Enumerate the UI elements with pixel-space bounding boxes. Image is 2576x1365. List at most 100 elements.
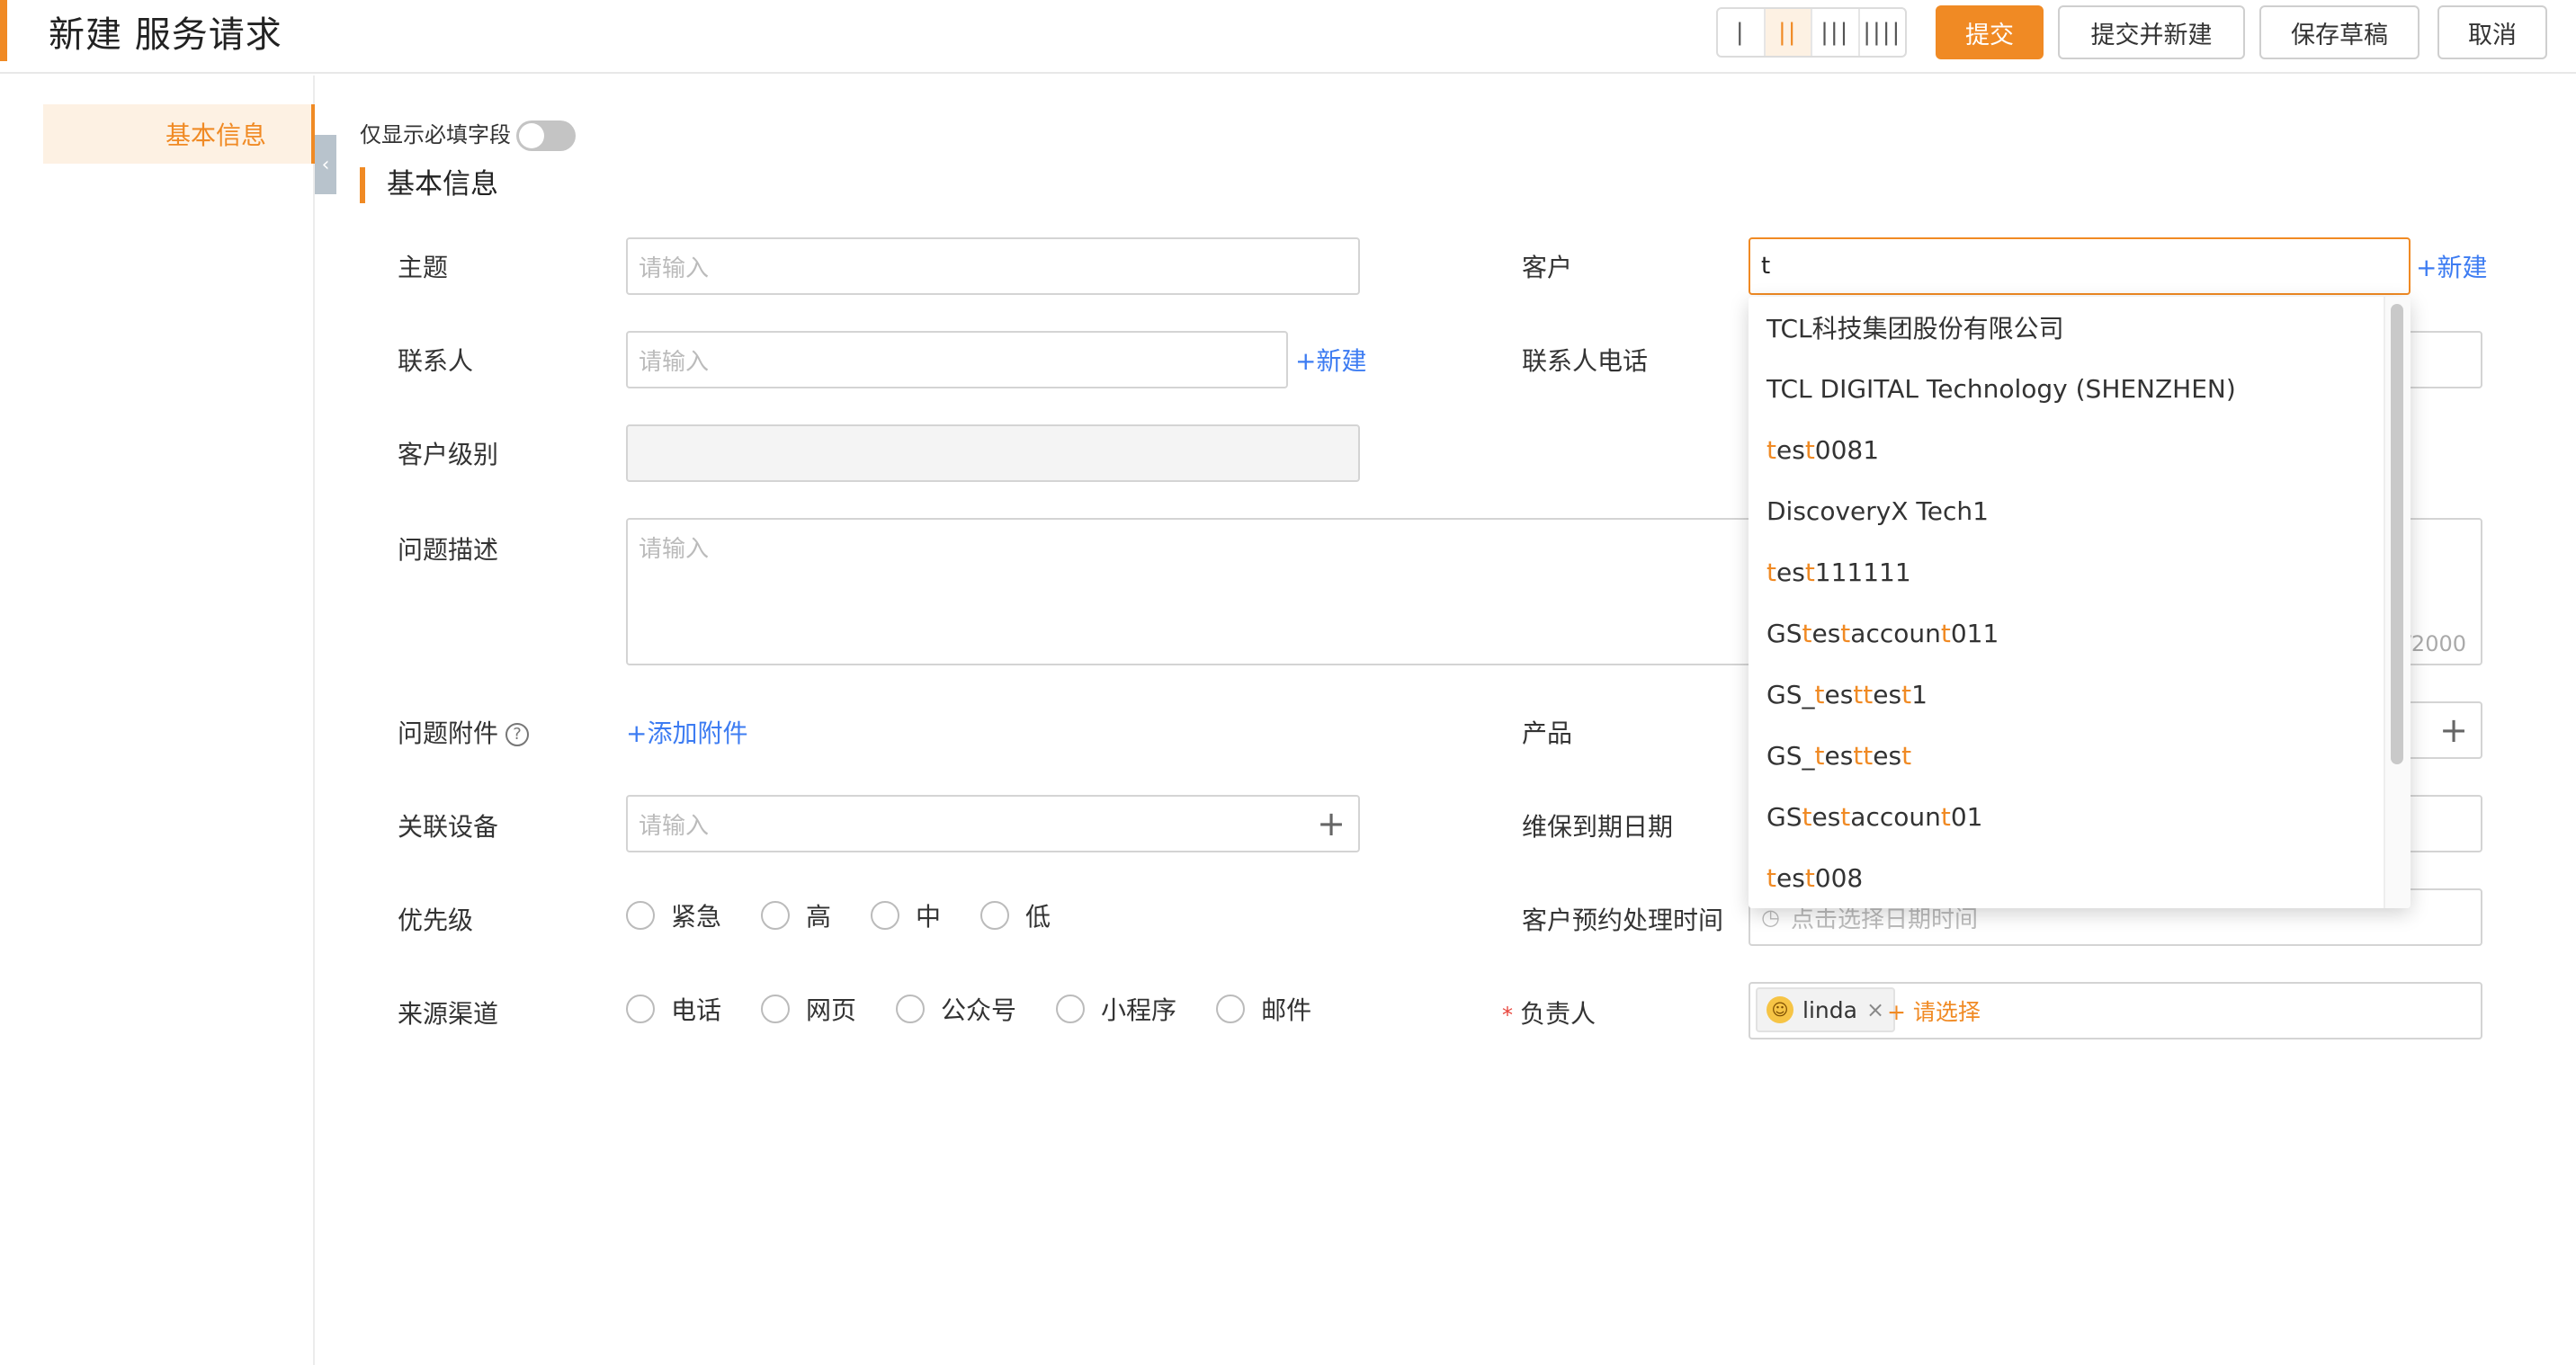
option-text: es [1775, 557, 1805, 587]
required-marker: * [1502, 1003, 1513, 1028]
match-highlight: t [1940, 801, 1951, 832]
customer-option[interactable]: GS t es t accoun t 011 [1749, 602, 2411, 664]
plus-icon[interactable]: + [1317, 806, 1346, 842]
priority-low-radio[interactable]: 低 [980, 897, 1051, 933]
priority-high-radio[interactable]: 高 [761, 897, 831, 933]
match-highlight: t [1804, 557, 1815, 587]
section-nav-item-basic-info[interactable]: 基本信息 [43, 104, 315, 164]
option-text: accoun [1850, 801, 1941, 832]
select-owner-link[interactable]: + 请选择 [1887, 995, 1981, 1027]
layout-three-column[interactable]: ||| [1812, 9, 1860, 56]
match-highlight: t [1767, 434, 1776, 465]
source-email-radio[interactable]: 邮件 [1216, 991, 1311, 1027]
customer-option[interactable]: GS_ t es t t es t [1749, 725, 2411, 786]
header-accent-bar [0, 0, 7, 61]
customer-option[interactable]: DiscoveryX Tech1 [1749, 480, 2411, 541]
collapse-nav-icon[interactable]: ‹ [315, 135, 336, 194]
question-circle-icon[interactable]: ? [505, 723, 530, 746]
subject-label: 主题 [398, 253, 449, 282]
customer-option[interactable]: TCL DIGITAL Technology (SHENZHEN) [1749, 358, 2411, 419]
description-label: 问题描述 [398, 535, 499, 565]
match-highlight: t [1814, 679, 1825, 709]
submit-and-new-button[interactable]: 提交并新建 [2058, 5, 2245, 59]
match-highlight: t [1853, 740, 1864, 771]
warranty-date-label: 维保到期日期 [1522, 812, 1674, 842]
match-highlight: t [1863, 740, 1874, 771]
priority-radio-group: 紧急 高 中 低 [626, 897, 1090, 933]
source-web-radio[interactable]: 网页 [761, 991, 856, 1027]
submit-button[interactable]: 提交 [1936, 5, 2044, 59]
radio-label: 公众号 [941, 995, 1017, 1025]
dropdown-scroll-track[interactable] [2384, 297, 2411, 908]
customer-option[interactable]: t es t 008 [1749, 847, 2411, 908]
customer-option[interactable]: t es t 111111 [1749, 541, 2411, 602]
dropdown-scrollbar[interactable] [2391, 304, 2403, 764]
customer-option[interactable]: GS_ t es t t es t 1 [1749, 664, 2411, 725]
priority-urgent-radio[interactable]: 紧急 [626, 897, 721, 933]
only-required-toggle[interactable] [516, 120, 576, 151]
owner-label-text: 负责人 [1520, 999, 1597, 1029]
only-required-label: 仅显示必填字段 [360, 122, 511, 147]
customer-option[interactable]: TCL科技集团股份有限公司 [1749, 297, 2411, 358]
source-phone-radio[interactable]: 电话 [626, 991, 721, 1027]
plus-icon[interactable]: + [2439, 712, 2468, 748]
appointment-time-label: 客户预约处理时间 [1522, 906, 1724, 935]
radio-circle [761, 901, 791, 930]
customer-option[interactable]: GS t es t accoun t 01 [1749, 786, 2411, 847]
radio-label: 低 [1025, 902, 1051, 932]
option-text: TCL科技集团股份有限公司 [1767, 314, 2064, 343]
radio-circle [626, 901, 655, 930]
source-official-account-radio[interactable]: 公众号 [896, 991, 1016, 1027]
layout-four-column[interactable]: |||| [1860, 9, 1906, 56]
section-nav: 基本信息 [0, 76, 315, 1365]
add-attachment-link[interactable]: +添加附件 [626, 714, 747, 750]
cancel-button[interactable]: 取消 [2437, 5, 2547, 59]
match-highlight: t [1767, 557, 1776, 587]
related-device-input[interactable]: 请输入 + [626, 795, 1360, 852]
option-text: es [1824, 740, 1854, 771]
close-icon[interactable]: × [1866, 997, 1884, 1022]
option-text: GS_ [1767, 740, 1815, 771]
contact-phone-label: 联系人电话 [1522, 346, 1649, 376]
contact-input[interactable]: 请输入 [626, 331, 1288, 388]
option-text: es [1873, 679, 1902, 709]
owner-label: * 负责人 [1502, 995, 1596, 1030]
match-highlight: t [1840, 618, 1851, 648]
option-text: 1 [1911, 679, 1928, 709]
source-mini-program-radio[interactable]: 小程序 [1056, 991, 1176, 1027]
match-highlight: t [1901, 679, 1912, 709]
source-label: 来源渠道 [398, 999, 499, 1029]
layout-one-column[interactable]: | [1718, 9, 1766, 56]
priority-medium-radio[interactable]: 中 [871, 897, 941, 933]
option-text: TCL DIGITAL Technology (SHENZHEN) [1767, 373, 2236, 404]
radio-label: 电话 [671, 995, 722, 1025]
owner-tag-label: linda [1802, 996, 1857, 1023]
match-highlight: t [1940, 618, 1951, 648]
radio-circle [626, 995, 655, 1023]
related-device-label: 关联设备 [398, 812, 499, 842]
customer-input[interactable]: t [1749, 237, 2411, 295]
toggle-knob [519, 123, 544, 148]
radio-circle [1216, 995, 1246, 1023]
radio-label: 小程序 [1101, 995, 1177, 1025]
match-highlight: t [1853, 679, 1864, 709]
radio-circle [980, 901, 1010, 930]
radio-circle [761, 995, 791, 1023]
attachment-label: 问题附件? [398, 714, 530, 750]
option-text: GS [1767, 801, 1802, 832]
match-highlight: t [1804, 434, 1815, 465]
subject-input[interactable]: 请输入 [626, 237, 1360, 295]
clock-icon: ◷ [1761, 905, 1780, 930]
priority-label: 优先级 [398, 906, 474, 935]
new-customer-link[interactable]: +新建 [2416, 248, 2487, 284]
radio-circle [871, 901, 900, 930]
customer-option[interactable]: t es t 0081 [1749, 419, 2411, 480]
new-contact-link[interactable]: +新建 [1295, 342, 1366, 378]
section-title: 基本信息 [360, 167, 498, 203]
match-highlight: t [1767, 862, 1776, 893]
layout-two-column[interactable]: || [1765, 9, 1812, 56]
option-text: accoun [1850, 618, 1941, 648]
match-highlight: t [1814, 740, 1825, 771]
save-draft-button[interactable]: 保存草稿 [2259, 5, 2419, 59]
radio-circle [1056, 995, 1086, 1023]
